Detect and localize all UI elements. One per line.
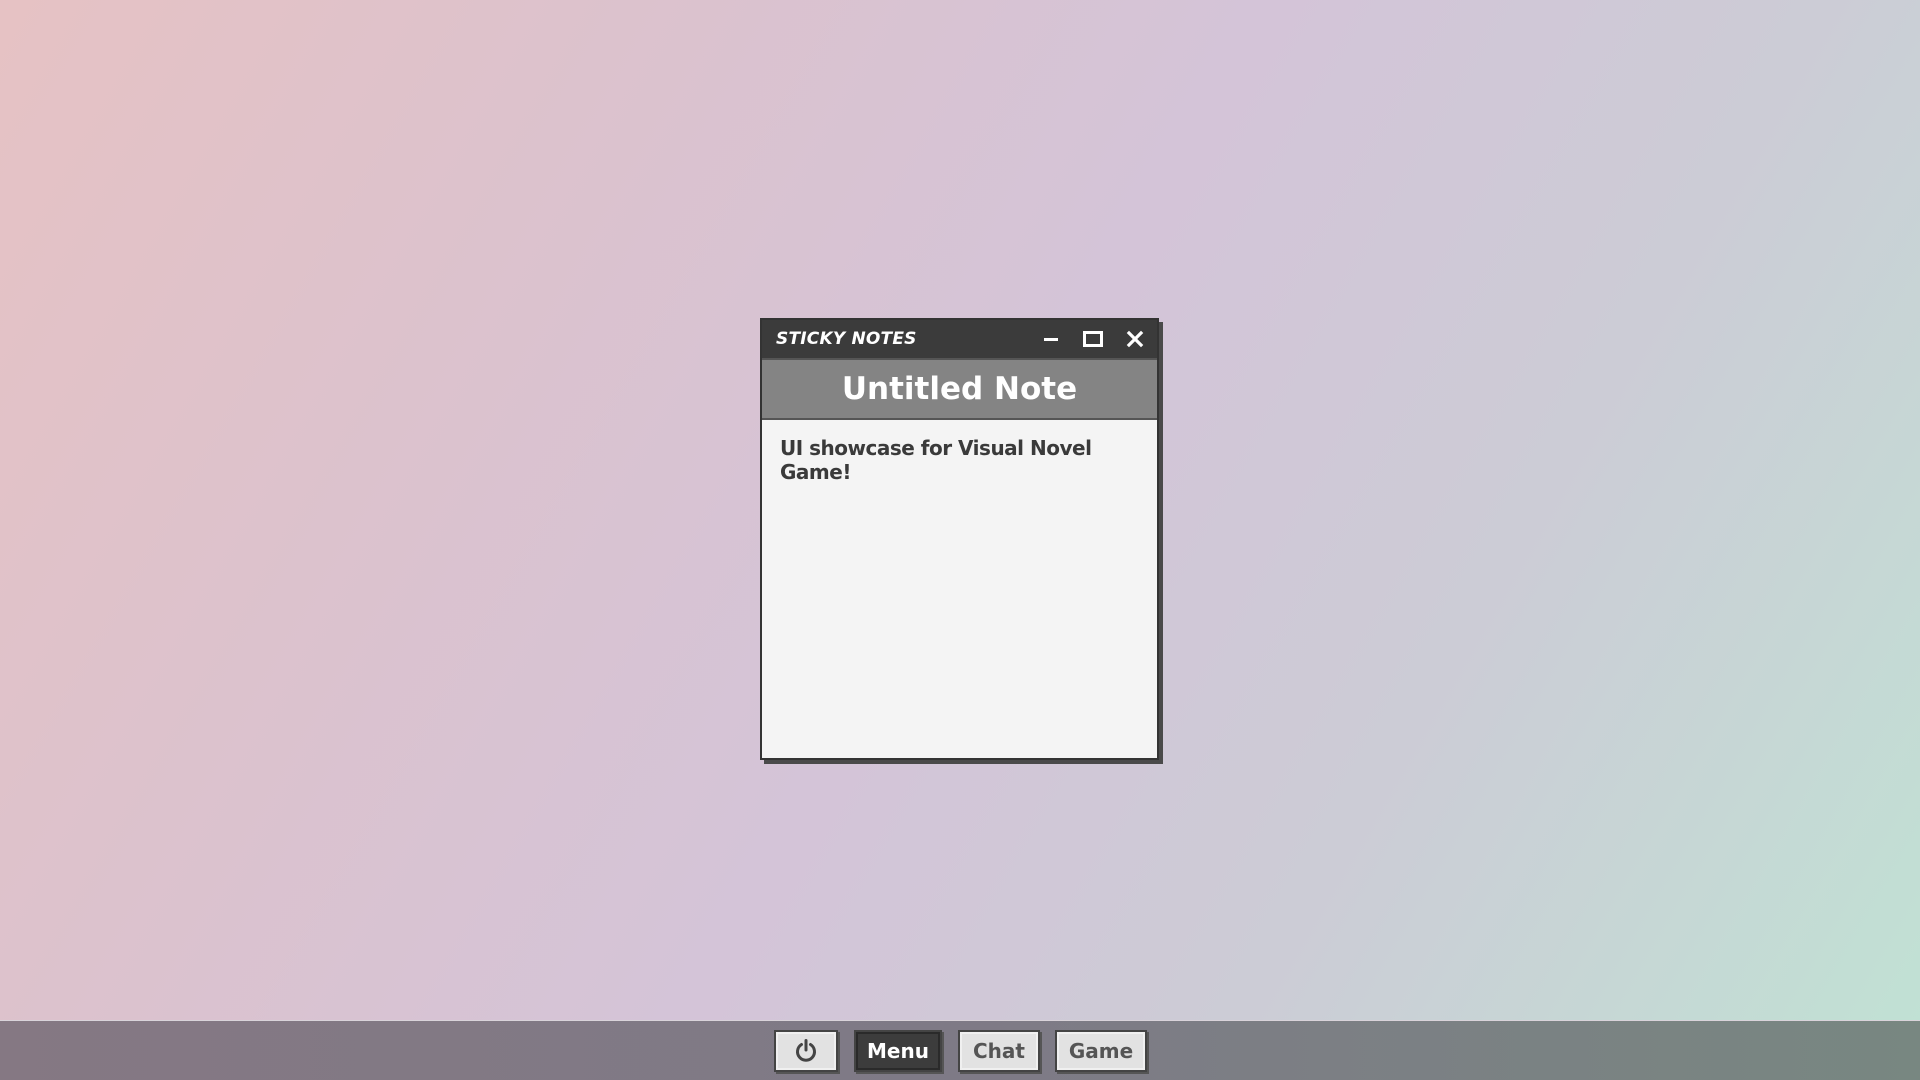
taskbar-chat-label: Chat — [973, 1039, 1025, 1063]
taskbar-menu-button[interactable]: Menu — [854, 1030, 942, 1072]
taskbar-menu-label: Menu — [867, 1039, 929, 1063]
minimize-button[interactable] — [1039, 327, 1063, 351]
close-button[interactable] — [1123, 327, 1147, 351]
note-body[interactable]: UI showcase for Visual Novel Game! — [762, 420, 1157, 758]
power-button[interactable] — [774, 1030, 838, 1072]
taskbar-game-button[interactable]: Game — [1055, 1030, 1147, 1072]
desktop: STICKY NOTES Untitled Note UI showcase f… — [0, 0, 1920, 1080]
minimize-icon — [1044, 338, 1058, 341]
sticky-notes-window[interactable]: STICKY NOTES Untitled Note UI showcase f… — [760, 318, 1159, 760]
taskbar: Menu Chat Game — [0, 1020, 1920, 1080]
window-title: STICKY NOTES — [776, 329, 917, 349]
note-content[interactable]: UI showcase for Visual Novel Game! — [780, 436, 1139, 484]
window-titlebar[interactable]: STICKY NOTES — [762, 320, 1157, 358]
power-icon — [796, 1039, 816, 1062]
maximize-button[interactable] — [1081, 327, 1105, 351]
maximize-icon — [1083, 331, 1103, 347]
note-header: Untitled Note — [762, 358, 1157, 420]
taskbar-chat-button[interactable]: Chat — [958, 1030, 1040, 1072]
taskbar-game-label: Game — [1068, 1039, 1134, 1063]
window-controls — [1039, 327, 1147, 351]
close-icon — [1126, 330, 1144, 348]
note-title[interactable]: Untitled Note — [842, 371, 1077, 407]
